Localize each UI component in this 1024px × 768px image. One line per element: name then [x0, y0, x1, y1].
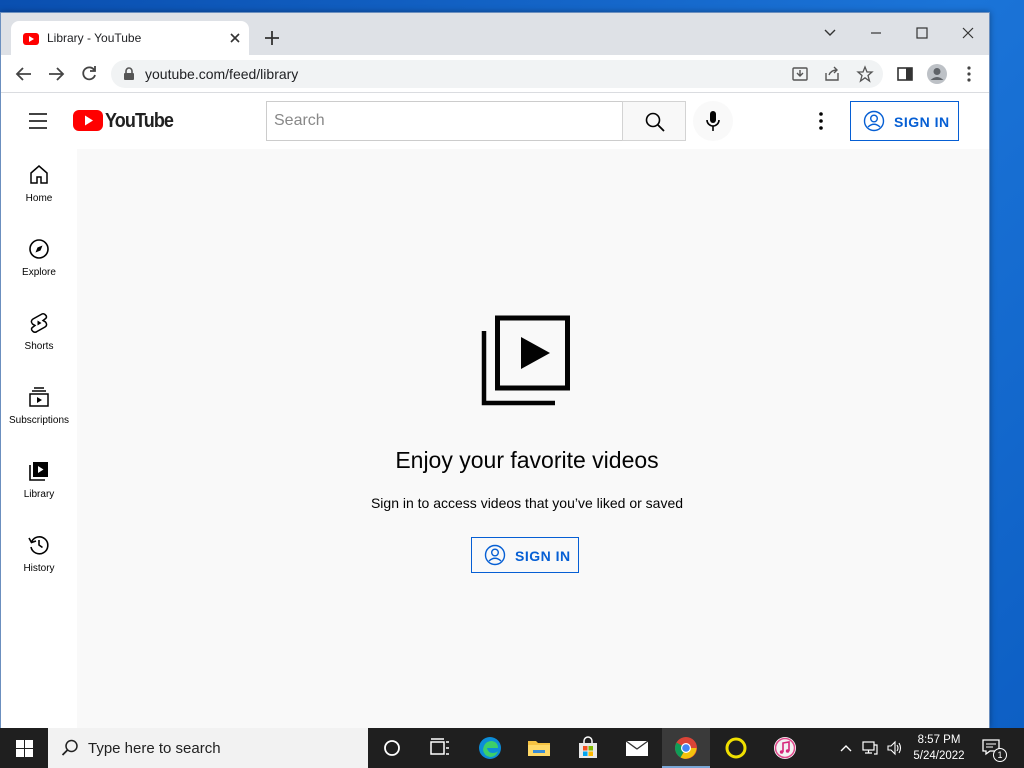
- taskbar-app-file-explorer[interactable]: [515, 728, 563, 768]
- taskbar-search-placeholder[interactable]: Type here to search: [88, 740, 221, 757]
- tab-search-chevron-icon[interactable]: [815, 19, 845, 47]
- taskbar-app-edge[interactable]: [466, 728, 514, 768]
- clock-date: 5/24/2022: [913, 750, 965, 762]
- bookmark-star-icon[interactable]: [856, 65, 874, 83]
- windows-taskbar: Type here to search 8:57 PM 5/24/2022 1: [0, 728, 1024, 768]
- header-sign-in-button[interactable]: SIGN IN: [850, 101, 959, 141]
- tab-strip: Library - YouTube: [1, 13, 989, 55]
- taskbar-search-box[interactable]: Type here to search: [48, 728, 368, 768]
- network-icon[interactable]: [862, 740, 878, 756]
- close-window-icon[interactable]: [953, 19, 983, 47]
- browser-menu-icon[interactable]: [958, 63, 980, 85]
- sidebar-item-shorts[interactable]: Shorts: [1, 297, 77, 371]
- yellow-ring-icon: [725, 737, 747, 759]
- taskbar-app-mail[interactable]: [613, 728, 661, 768]
- youtube-mini-guide: Home Explore Shorts Subscriptions Librar…: [1, 149, 77, 728]
- browser-toolbar: youtube.com/feed/library: [1, 55, 989, 93]
- subscriptions-icon: [29, 387, 49, 407]
- taskbar-app-chrome[interactable]: [662, 728, 710, 768]
- taskbar-app-itunes[interactable]: [761, 728, 809, 768]
- empty-state-headline: Enjoy your favorite videos: [395, 447, 659, 473]
- cortana-button[interactable]: [368, 728, 416, 768]
- lock-icon[interactable]: [123, 67, 135, 86]
- task-view-button[interactable]: [416, 728, 464, 768]
- reload-icon[interactable]: [78, 63, 100, 85]
- itunes-icon: [774, 737, 796, 759]
- sidebar-item-history[interactable]: History: [1, 519, 77, 593]
- url-text[interactable]: youtube.com/feed/library: [145, 66, 298, 82]
- tab-library-youtube[interactable]: Library - YouTube: [11, 21, 249, 55]
- minimize-icon[interactable]: [861, 19, 891, 47]
- user-circle-icon: [484, 544, 506, 566]
- library-large-icon: [481, 315, 570, 406]
- show-hidden-icons-chevron-icon[interactable]: [838, 740, 854, 756]
- search-box[interactable]: [266, 101, 623, 141]
- address-bar[interactable]: youtube.com/feed/library: [111, 60, 883, 88]
- taskbar-app-store[interactable]: [564, 728, 612, 768]
- search-input[interactable]: [267, 102, 622, 140]
- youtube-header: YouTube SIGN IN: [1, 93, 989, 149]
- library-sign-in-button[interactable]: SIGN IN: [471, 537, 579, 573]
- history-icon: [28, 536, 49, 555]
- youtube-play-logo-icon: [73, 110, 103, 131]
- search-icon: [645, 112, 665, 132]
- voice-search-button[interactable]: [693, 101, 733, 141]
- maximize-icon[interactable]: [907, 19, 937, 47]
- task-view-icon: [430, 738, 449, 755]
- start-button[interactable]: [0, 728, 48, 768]
- library-empty-state: Enjoy your favorite videos Sign in to ac…: [77, 149, 989, 728]
- hamburger-menu-icon[interactable]: [27, 111, 51, 131]
- taskbar-clock[interactable]: 8:57 PM 5/24/2022: [908, 732, 970, 764]
- youtube-page: YouTube SIGN IN Home: [1, 93, 989, 728]
- tab-close-icon[interactable]: [227, 30, 243, 46]
- forward-arrow-icon[interactable]: [45, 63, 67, 85]
- side-panel-icon[interactable]: [894, 63, 916, 85]
- settings-more-icon[interactable]: [809, 109, 833, 133]
- chrome-icon: [675, 737, 697, 759]
- compass-icon: [29, 239, 49, 259]
- cortana-circle-icon: [384, 740, 400, 756]
- logo-text: YouTube: [105, 110, 174, 132]
- search-button[interactable]: [622, 101, 686, 141]
- edge-icon: [479, 737, 501, 759]
- sidebar-label-explore: Explore: [22, 267, 56, 278]
- sidebar-label-library: Library: [23, 489, 55, 500]
- tab-title: Library - YouTube: [47, 31, 142, 45]
- youtube-logo[interactable]: YouTube: [73, 109, 174, 133]
- home-icon: [30, 165, 48, 184]
- taskbar-app-ring[interactable]: [712, 728, 760, 768]
- file-explorer-icon: [528, 741, 550, 756]
- empty-state-subline: Sign in to access videos that you’ve lik…: [370, 495, 684, 511]
- sidebar-label-shorts: Shorts: [24, 341, 54, 352]
- sidebar-item-library[interactable]: Library: [1, 445, 77, 519]
- shorts-icon: [30, 312, 48, 333]
- clock-time: 8:57 PM: [917, 734, 961, 746]
- profile-avatar-icon[interactable]: [926, 63, 948, 85]
- youtube-favicon-icon: [23, 32, 39, 50]
- sidebar-item-explore[interactable]: Explore: [1, 223, 77, 297]
- library-icon: [29, 462, 48, 481]
- install-app-icon[interactable]: [791, 65, 809, 83]
- share-icon[interactable]: [823, 65, 841, 83]
- volume-icon[interactable]: [886, 740, 902, 756]
- notification-count-badge: 1: [993, 748, 1007, 762]
- taskbar-search-icon: [61, 739, 78, 756]
- sidebar-label-history: History: [23, 563, 55, 574]
- store-icon: [579, 736, 597, 758]
- microphone-icon: [706, 111, 720, 131]
- windows-logo-icon: [16, 740, 33, 757]
- back-arrow-icon[interactable]: [13, 63, 35, 85]
- header-sign-in-label: SIGN IN: [894, 114, 950, 130]
- new-tab-icon[interactable]: [263, 29, 281, 47]
- user-circle-icon: [863, 110, 885, 132]
- sidebar-label-subscriptions: Subscriptions: [8, 415, 70, 426]
- sidebar-label-home: Home: [25, 193, 53, 204]
- library-sign-in-label: SIGN IN: [515, 548, 571, 564]
- sidebar-item-subscriptions[interactable]: Subscriptions: [1, 371, 77, 445]
- sidebar-item-home[interactable]: Home: [1, 149, 77, 223]
- mail-icon: [625, 740, 649, 756]
- chrome-window: Library - YouTube youtube.com/feed/libra…: [0, 12, 990, 728]
